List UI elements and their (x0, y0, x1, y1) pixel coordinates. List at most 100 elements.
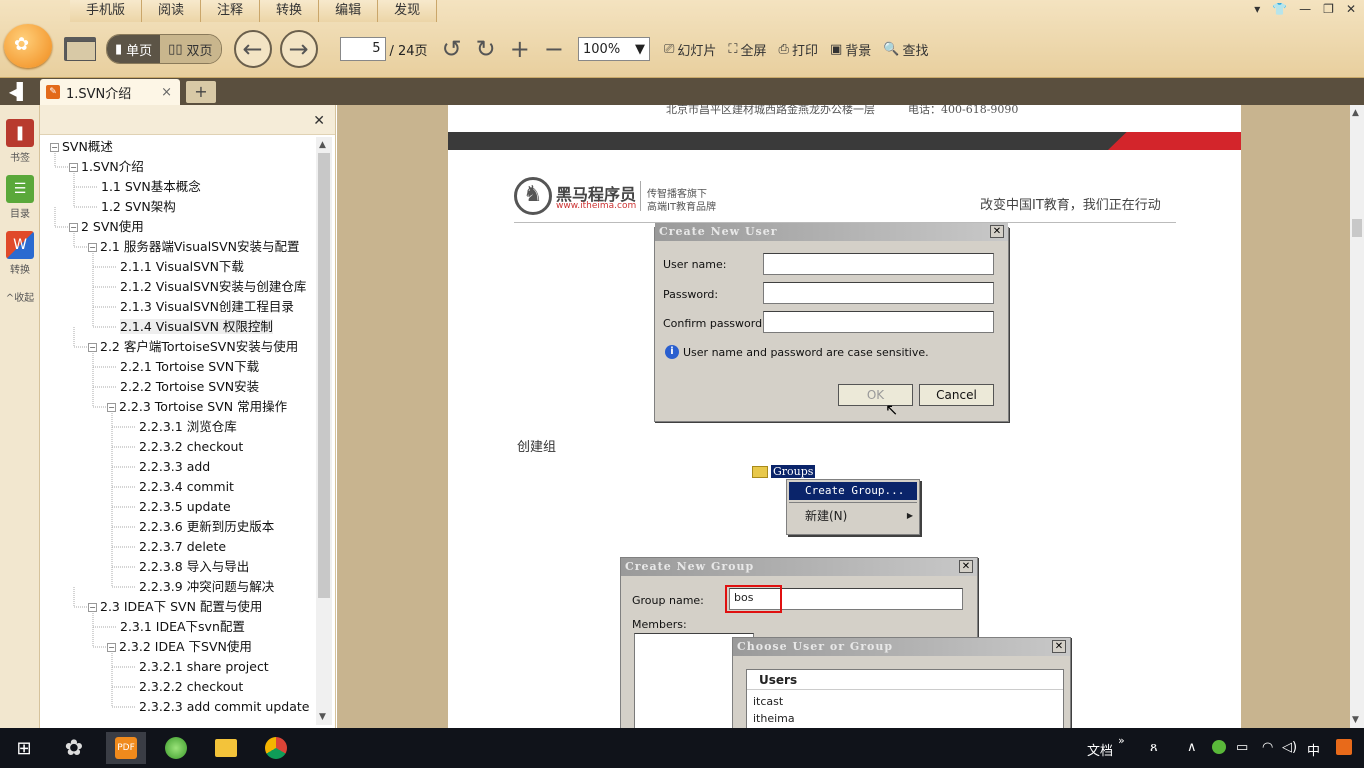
wifi-icon[interactable]: ◠ (1262, 740, 1273, 755)
menu-annotate[interactable]: 注释 (201, 0, 261, 22)
chevron-right-icon[interactable]: » (1118, 734, 1125, 747)
taskbar-chrome[interactable] (256, 732, 296, 764)
users-list[interactable]: Users itcast itheima (746, 669, 1064, 728)
list-item[interactable]: itcast (747, 695, 1063, 708)
dropdown-menu-icon[interactable]: ▾ (1254, 2, 1260, 16)
collapse-toggle-icon[interactable]: − (69, 163, 78, 172)
username-field[interactable] (763, 253, 994, 275)
menu-mobile[interactable]: 手机版 (70, 0, 143, 22)
create-group-menu-item[interactable]: Create Group... (789, 482, 917, 500)
outline-item[interactable]: −2.2 客户端TortoiseSVN安装与使用 (88, 338, 298, 356)
menu-discover[interactable]: 发现 (378, 0, 438, 22)
ok-button[interactable]: OK (838, 384, 913, 406)
document-scrollbar[interactable]: ▲ ▼ (1350, 105, 1364, 728)
prev-page-button[interactable]: ← (233, 30, 272, 68)
next-page-button[interactable]: → (279, 30, 318, 68)
outline-item[interactable]: −2.3.2 IDEA 下SVN使用 (107, 638, 252, 656)
background-button[interactable]: ▣ 背景 (830, 40, 871, 59)
scrollbar-thumb[interactable] (318, 153, 330, 598)
scrollbar-thumb[interactable] (1352, 219, 1362, 237)
outline-item[interactable]: 2.3.2.2 checkout (139, 678, 243, 696)
skin-icon[interactable]: 👕 (1272, 2, 1287, 16)
outline-item[interactable]: 2.2.3.6 更新到历史版本 (139, 518, 274, 536)
outline-item[interactable]: − SVN概述 (50, 138, 113, 156)
outline-item[interactable]: 2.1.2 VisualSVN安装与创建仓库 (120, 278, 306, 296)
outline-item[interactable]: 2.3.2.3 add commit update (139, 698, 309, 716)
outline-item[interactable]: −1.SVN介绍 (69, 158, 144, 176)
taskbar-app-1[interactable]: ✿ (54, 732, 94, 764)
taskbar-explorer[interactable] (206, 732, 246, 764)
scroll-down-arrow[interactable]: ▼ (1352, 715, 1359, 725)
collapse-toggle-icon[interactable]: − (88, 343, 97, 352)
outline-item[interactable]: 2.2.3.9 冲突问题与解决 (139, 578, 274, 596)
zoom-out-icon[interactable]: − (544, 35, 564, 63)
outline-item[interactable]: 2.2.3.2 checkout (139, 438, 243, 456)
fullscreen-button[interactable]: ⛶ 全屏 (728, 40, 766, 59)
outline-item[interactable]: 2.2.3.7 delete (139, 538, 226, 556)
outline-item[interactable]: 2.2.1 Tortoise SVN下载 (120, 358, 259, 376)
toggle-sidebar-icon[interactable]: ◂▌ (4, 82, 34, 102)
menu-read[interactable]: 阅读 (142, 0, 202, 22)
outline-item[interactable]: −2.3 IDEA下 SVN 配置与使用 (88, 598, 262, 616)
close-icon[interactable]: ✕ (313, 113, 325, 129)
rotate-right-icon[interactable]: ↻ (476, 35, 496, 63)
security-icon[interactable] (1212, 740, 1226, 754)
zoom-select[interactable]: 100% ▼ (578, 37, 650, 61)
outline-item[interactable]: −2.1 服务器端VisualSVN安装与配置 (88, 238, 300, 256)
double-page-button[interactable]: ▯▯ 双页 (160, 35, 221, 63)
taskbar-pdf-reader[interactable]: PDF (106, 732, 146, 764)
close-tab-icon[interactable]: × (161, 85, 172, 100)
tray-expand-icon[interactable]: ∧ (1187, 740, 1197, 755)
outline-item[interactable]: 2.2.3.8 导入与导出 (139, 558, 249, 576)
close-icon[interactable]: ✕ (990, 225, 1004, 238)
volume-icon[interactable]: ◁) (1282, 740, 1297, 755)
page-number-input[interactable]: 5 (339, 37, 386, 61)
outline-item[interactable]: 2.1.1 VisualSVN下载 (120, 258, 244, 276)
menu-convert[interactable]: 转换 (260, 0, 320, 22)
outline-item[interactable]: 2.2.3.3 add (139, 458, 210, 476)
outline-item[interactable]: −2.2.3 Tortoise SVN 常用操作 (107, 398, 287, 416)
outline-item[interactable]: 1.1 SVN基本概念 (101, 178, 201, 196)
cancel-button[interactable]: Cancel (919, 384, 994, 406)
notification-icon[interactable] (1336, 739, 1352, 755)
collapse-button[interactable]: ^收起 (5, 289, 35, 304)
battery-icon[interactable]: ▭ (1236, 740, 1248, 755)
new-menu-item[interactable]: 新建(N) ▶ (789, 505, 917, 527)
list-item[interactable]: itheima (747, 712, 1063, 725)
single-page-button[interactable]: ▮ 单页 (107, 35, 161, 63)
find-button[interactable]: 🔍 查找 (883, 40, 928, 59)
outline-item[interactable]: 2.2.3.5 update (139, 498, 231, 516)
people-icon[interactable]: ጸ (1150, 740, 1158, 755)
outline-item[interactable]: −2 SVN使用 (69, 218, 144, 236)
outline-item[interactable]: 2.3.2.1 share project (139, 658, 269, 676)
docs-toolbar-label[interactable]: 文档 (1087, 740, 1113, 759)
collapse-toggle-icon[interactable]: − (88, 243, 97, 252)
outline-item[interactable]: 2.2.2 Tortoise SVN安装 (120, 378, 259, 396)
scroll-down-arrow[interactable]: ▼ (319, 712, 326, 722)
slideshow-button[interactable]: ⎚ 幻灯片 (664, 40, 716, 59)
groups-tree-node[interactable]: Groups (771, 465, 816, 478)
zoom-in-icon[interactable]: + (510, 35, 530, 63)
collapse-toggle-icon[interactable]: − (88, 603, 97, 612)
scroll-up-arrow[interactable]: ▲ (319, 140, 326, 150)
menu-edit[interactable]: 编辑 (319, 0, 379, 22)
bookmark-button[interactable]: ❚ 书签 (5, 119, 35, 164)
outline-item[interactable]: 2.2.3.4 commit (139, 478, 234, 496)
outline-button[interactable]: ☰ 目录 (5, 175, 35, 220)
outline-item[interactable]: 2.3.1 IDEA下svn配置 (120, 618, 245, 636)
start-button[interactable]: ⊞ (4, 732, 44, 764)
collapse-toggle-icon[interactable]: − (107, 643, 116, 652)
new-tab-button[interactable]: + (186, 81, 216, 103)
convert-button[interactable]: W 转换 (5, 231, 35, 276)
password-field[interactable] (763, 282, 994, 304)
collapse-toggle-icon[interactable]: − (50, 143, 59, 152)
close-icon[interactable]: ✕ (959, 560, 973, 573)
users-column-header[interactable]: Users (747, 670, 1063, 690)
close-icon[interactable]: ✕ (1052, 640, 1066, 653)
outline-scrollbar[interactable]: ▲ ▼ (316, 137, 332, 725)
print-button[interactable]: ⎙ 打印 (779, 40, 818, 59)
open-folder-icon[interactable] (64, 37, 96, 61)
outline-item[interactable]: 2.2.3.1 浏览仓库 (139, 418, 237, 436)
outline-item[interactable]: 2.1.3 VisualSVN创建工程目录 (120, 298, 294, 316)
rotate-left-icon[interactable]: ↺ (442, 35, 462, 63)
